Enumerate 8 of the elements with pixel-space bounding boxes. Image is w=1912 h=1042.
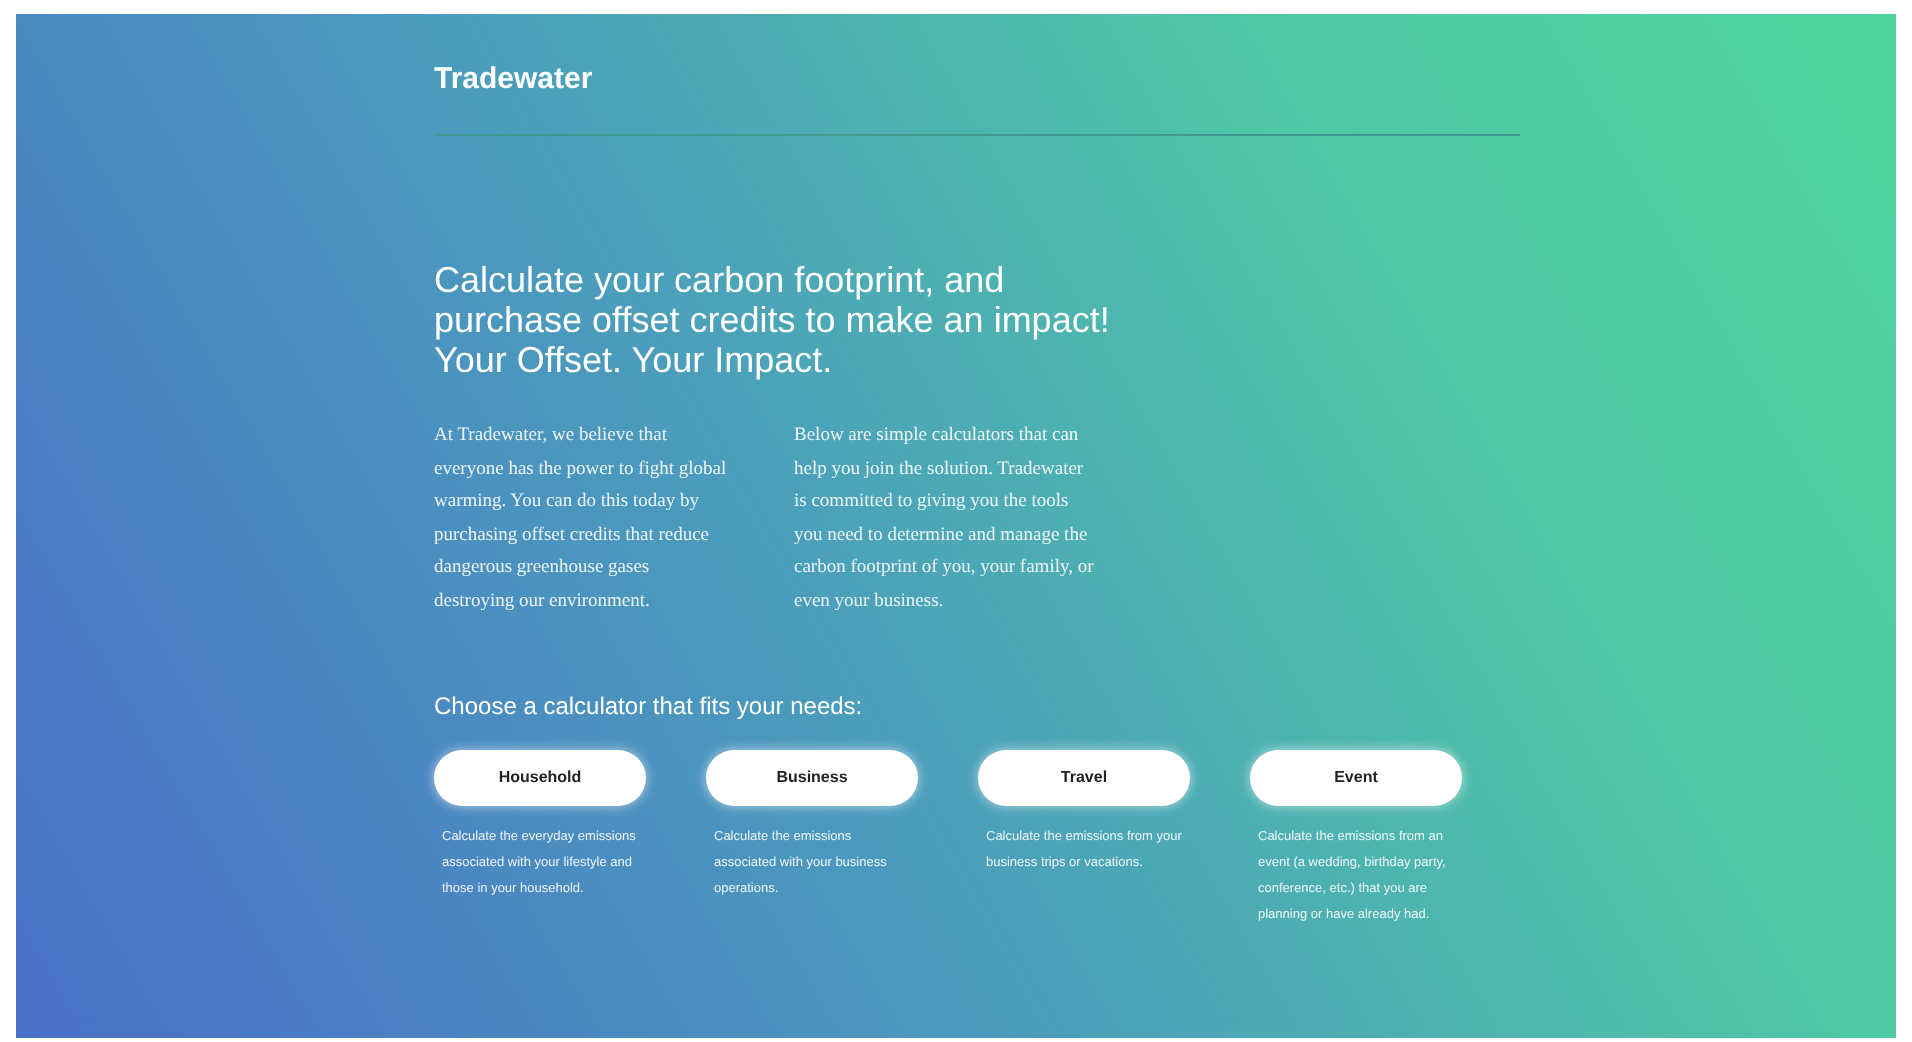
calculator-prompt: Choose a calculator that fits your needs: xyxy=(434,690,865,722)
hero-heading: Calculate your carbon footprint, and purchase offset credits to make an impact! Your Offset. Your Impact. xyxy=(434,260,1112,380)
intro-paragraph: At Tradewater, we believe that everyone has the power to fight global warming. You can do this today by purchasing offset credits that reduce dangerous greenhouse gases destroying our environment. xyxy=(434,424,729,615)
intro-paragraph: Below are simple calculators that can help you join the solution. Tradewater is committed to giving you the tools you need to determine and manage the carbon footprint of you, your family, or even your business. xyxy=(794,424,1094,615)
calculator-button[interactable]: Household xyxy=(434,750,646,806)
calculator-button[interactable]: Travel xyxy=(978,750,1190,806)
calculator-button[interactable]: Event xyxy=(1250,750,1462,806)
calculator-button[interactable]: Business xyxy=(706,750,918,806)
